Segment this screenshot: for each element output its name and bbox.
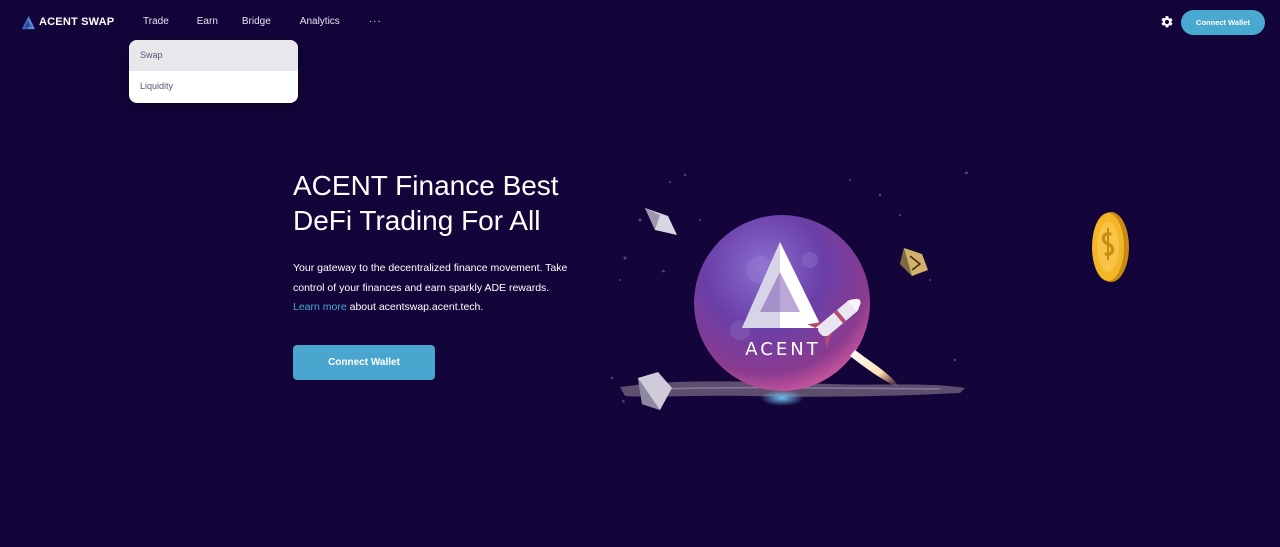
planet-label: ACENT	[745, 339, 820, 360]
coin-graphic	[1092, 212, 1129, 282]
settings-button[interactable]	[1160, 15, 1174, 29]
hero-illustration: ACENT	[600, 160, 980, 430]
hero-desc-line-1: Your gateway to the decentralized financ…	[293, 262, 568, 274]
hero-connect-wallet-button[interactable]: Connect Wallet	[293, 345, 435, 380]
brand-logo[interactable]: ACENT SWAP	[21, 14, 114, 30]
crystal-gem-icon-bottom	[638, 372, 672, 410]
nav-earn[interactable]: Earn	[197, 15, 218, 29]
learn-more-link[interactable]: Learn more	[293, 301, 347, 313]
brand-name: ACENT SWAP	[39, 16, 115, 28]
header-connect-wallet-button[interactable]: Connect Wallet	[1181, 10, 1265, 35]
trade-dropdown-menu: Swap Liquidity	[129, 40, 298, 103]
hero-desc-tail: about acentswap.acent.tech.	[346, 301, 484, 313]
hero-desc-line-2: control of your finances and earn sparkl…	[293, 281, 550, 294]
dropdown-item-liquidity[interactable]: Liquidity	[129, 71, 298, 102]
hero-title-line-1: ACENT Finance Best	[293, 170, 559, 201]
nav-trade[interactable]: Trade	[143, 15, 169, 29]
coin-icon	[1088, 210, 1132, 284]
crystal-gem-icon	[645, 208, 677, 235]
nav-links: Trade Earn Bridge Analytics ···	[143, 15, 382, 29]
acent-triangle-logo-icon	[21, 15, 36, 29]
hero-desc-line-3: Learn more about acentswap.acent.tech.	[293, 298, 603, 318]
hero-description: Your gateway to the decentralized financ…	[293, 259, 603, 318]
crystal-gem-icon-small	[900, 248, 928, 276]
navbar: ACENT SWAP Trade Earn Bridge Analytics ·…	[0, 0, 1280, 103]
page: ACENT SWAP Trade Earn Bridge Analytics ·…	[0, 0, 1280, 547]
more-menu-button[interactable]: ···	[369, 15, 382, 29]
hero-title-line-2: DeFi Trading For All	[293, 205, 541, 236]
hero-title: ACENT Finance Best DeFi Trading For All	[293, 168, 623, 238]
hero-illustration-graphic: ACENT	[610, 171, 969, 410]
nav-analytics[interactable]: Analytics	[300, 15, 340, 29]
gear-icon	[1161, 16, 1173, 28]
dropdown-item-swap[interactable]: Swap	[129, 40, 298, 71]
nav-bridge[interactable]: Bridge	[242, 15, 271, 29]
